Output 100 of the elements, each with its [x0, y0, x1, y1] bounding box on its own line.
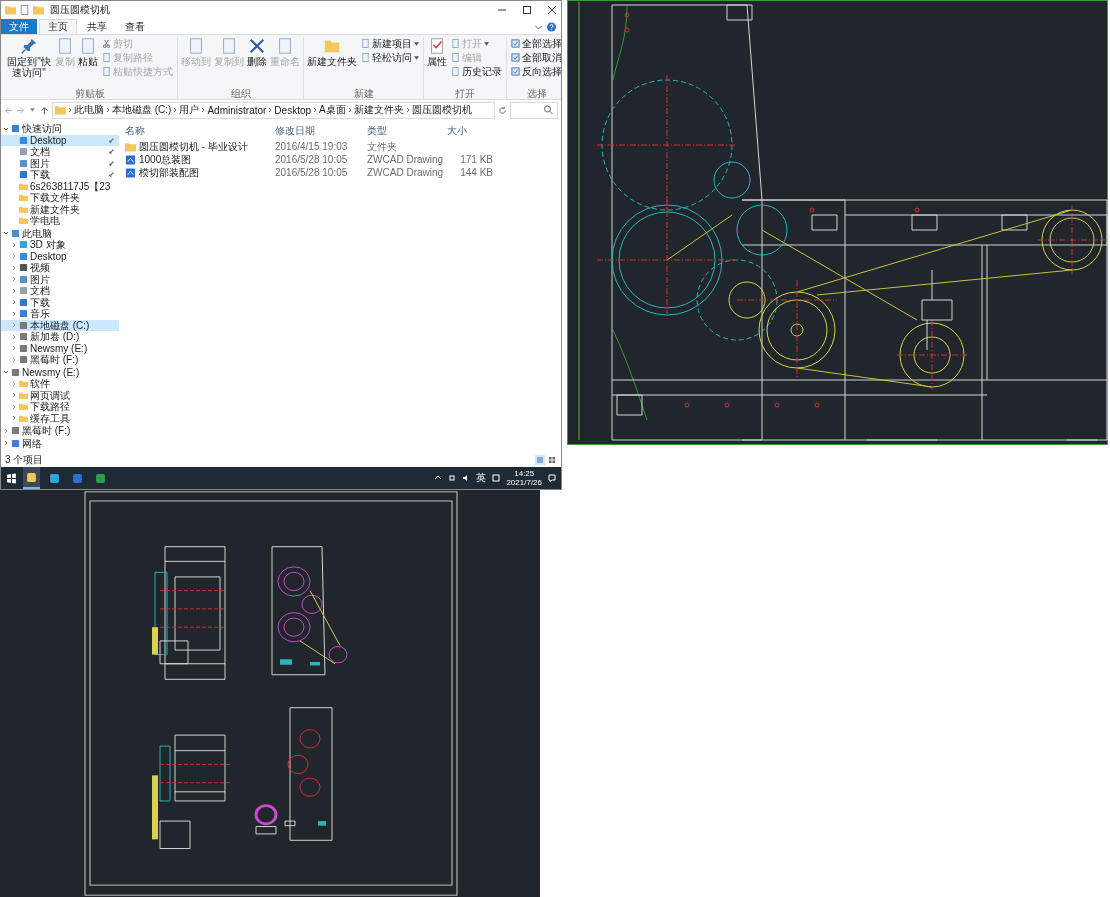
collapsed-chevron-icon[interactable]	[11, 253, 17, 260]
column-header[interactable]: 修改日期	[275, 123, 367, 138]
collapsed-chevron-icon[interactable]	[11, 310, 17, 317]
refresh-icon[interactable]	[498, 105, 507, 115]
column-header[interactable]: 类型	[367, 123, 447, 138]
breadcrumb-item[interactable]: 新建文件夹	[353, 103, 404, 117]
tree-item[interactable]: 缓存工具	[1, 412, 119, 424]
notification-icon[interactable]	[548, 474, 556, 482]
column-header[interactable]: 大小	[447, 123, 493, 138]
search-field[interactable]	[510, 101, 558, 119]
input-method-indicator[interactable]: 英	[476, 471, 487, 485]
tree-item[interactable]: Desktop	[1, 134, 119, 146]
help-icon[interactable]	[546, 21, 557, 32]
ribbon-button[interactable]: 粘贴	[77, 37, 99, 88]
pin-icon[interactable]	[108, 148, 115, 156]
collapsed-chevron-icon[interactable]	[11, 345, 17, 352]
collapsed-chevron-icon[interactable]	[11, 241, 17, 248]
taskbar-app[interactable]	[23, 467, 40, 489]
tree-item[interactable]: 视频	[1, 262, 119, 274]
expanded-chevron-icon[interactable]	[3, 369, 9, 376]
tree-item[interactable]: Desktop	[1, 250, 119, 262]
collapsed-chevron-icon[interactable]	[11, 403, 17, 410]
tree-item[interactable]: 此电脑	[1, 227, 119, 239]
maximize-icon[interactable]	[522, 5, 532, 15]
collapsed-chevron-icon[interactable]	[11, 380, 17, 387]
breadcrumb-item[interactable]: A桌面	[319, 103, 346, 117]
breadcrumb-item[interactable]: 用户	[179, 103, 200, 117]
ribbon-button[interactable]: 全部选择	[509, 37, 561, 50]
breadcrumb-item[interactable]: 此电脑	[74, 103, 104, 117]
clock-time[interactable]: 14:25	[514, 469, 535, 478]
tree-item[interactable]: 6s2638117J5【23	[1, 180, 119, 192]
ribbon-tab[interactable]: 共享	[79, 19, 115, 34]
ribbon-tab[interactable]: 查看	[117, 19, 153, 34]
tree-item[interactable]: Newsmy (E:)	[1, 342, 119, 354]
tree-item[interactable]: 黑莓时 (F:)	[1, 425, 119, 437]
tree-item[interactable]: 新加卷 (D:)	[1, 331, 119, 343]
file-row[interactable]: 1000总装图 2016/5/28 10:05 ZWCAD Drawing 171 KB	[125, 153, 555, 166]
ribbon-button[interactable]: 全部取消	[509, 51, 561, 64]
caret-icon[interactable]	[28, 108, 37, 112]
collapsed-chevron-icon[interactable]	[11, 415, 17, 422]
collapsed-chevron-icon[interactable]	[11, 287, 17, 294]
collapsed-chevron-icon[interactable]	[11, 392, 17, 399]
pin-icon[interactable]	[108, 171, 115, 179]
breadcrumb-item[interactable]: 圆压圆模切机	[411, 103, 472, 117]
tree-item[interactable]: 文档	[1, 285, 119, 297]
collapsed-chevron-icon[interactable]	[3, 427, 9, 434]
breadcrumb-item[interactable]: Desktop	[274, 104, 312, 116]
tree-item[interactable]: 图片	[1, 157, 119, 169]
collapsed-chevron-icon[interactable]	[11, 356, 17, 363]
tree-item[interactable]: 新建文件夹	[1, 203, 119, 215]
tree-item[interactable]: Newsmy (E:)	[1, 366, 119, 378]
ribbon-button[interactable]: 删除	[246, 37, 268, 88]
tiles-view-icon[interactable]	[547, 455, 557, 465]
windows-start-icon[interactable]	[6, 472, 17, 484]
tree-item[interactable]: 快速访问	[1, 123, 119, 135]
collapsed-chevron-icon[interactable]	[11, 299, 17, 306]
collapsed-chevron-icon[interactable]	[3, 440, 9, 447]
forward-arrow-icon[interactable]	[16, 105, 25, 115]
ribbon-button[interactable]: 反向选择	[509, 65, 561, 78]
collapsed-chevron-icon[interactable]	[11, 264, 17, 271]
expanded-chevron-icon[interactable]	[3, 125, 9, 132]
file-row[interactable]: 模切部装配图 2016/5/28 10:05 ZWCAD Drawing 144 KB	[125, 166, 555, 179]
tree-item[interactable]: 黑莓时 (F:)	[1, 354, 119, 366]
ribbon-button[interactable]: 属性	[426, 37, 448, 88]
close-icon[interactable]	[547, 5, 557, 15]
up-arrow-icon[interactable]	[40, 105, 49, 115]
chevron-up-icon[interactable]	[434, 474, 443, 482]
collapsed-chevron-icon[interactable]	[11, 333, 17, 340]
tree-item[interactable]: 下载文件夹	[1, 192, 119, 204]
tree-item[interactable]: 学电电	[1, 215, 119, 227]
ribbon-button[interactable]: 固定到"快速访问"	[5, 37, 53, 88]
breadcrumb-item[interactable]: 本地磁盘 (C:)	[112, 103, 172, 117]
clock-date[interactable]: 2021/7/26	[506, 478, 542, 487]
breadcrumb-item[interactable]: Administrator	[207, 104, 267, 116]
address-bar[interactable]: 此电脑 本地磁盘 (C:) 用户 Administrator Desktop A桌面 新建文件夹 圆压圆模切机	[52, 101, 495, 119]
collapsed-chevron-icon[interactable]	[11, 276, 17, 283]
tree-item[interactable]: 3D 对象	[1, 239, 119, 251]
tree-item[interactable]: 音乐	[1, 308, 119, 320]
pin-icon[interactable]	[108, 136, 115, 144]
tree-item[interactable]: 下载	[1, 296, 119, 308]
tree-item[interactable]: 本地磁盘 (C:)	[1, 319, 119, 331]
ribbon-button[interactable]: 新建项目	[359, 37, 421, 50]
file-row[interactable]: 圆压圆模切机 - 毕业设计 2016/4/15 19:03 文件夹	[125, 140, 555, 153]
tree-item[interactable]: 文档	[1, 146, 119, 158]
column-header[interactable]: 名称	[125, 123, 275, 138]
pin-icon[interactable]	[108, 159, 115, 167]
ribbon-button[interactable]: 轻松访问	[359, 51, 421, 64]
ribbon-tab[interactable]: 文件	[1, 19, 37, 34]
collapsed-chevron-icon[interactable]	[11, 322, 17, 329]
back-arrow-icon[interactable]	[4, 105, 13, 115]
expanded-chevron-icon[interactable]	[3, 230, 9, 237]
tree-item[interactable]: 网络	[1, 437, 119, 449]
tree-item[interactable]: 下载	[1, 169, 119, 181]
tree-item[interactable]: 软件	[1, 378, 119, 390]
tree-item[interactable]: 下载路径	[1, 401, 119, 413]
ribbon-button[interactable]: 新建文件夹	[306, 37, 358, 88]
tree-item[interactable]: 图片	[1, 273, 119, 285]
ribbon-tab[interactable]: 主页	[39, 19, 77, 34]
tree-item[interactable]: 网页调试	[1, 389, 119, 401]
ribbon-button[interactable]: 历史记录	[449, 65, 504, 78]
